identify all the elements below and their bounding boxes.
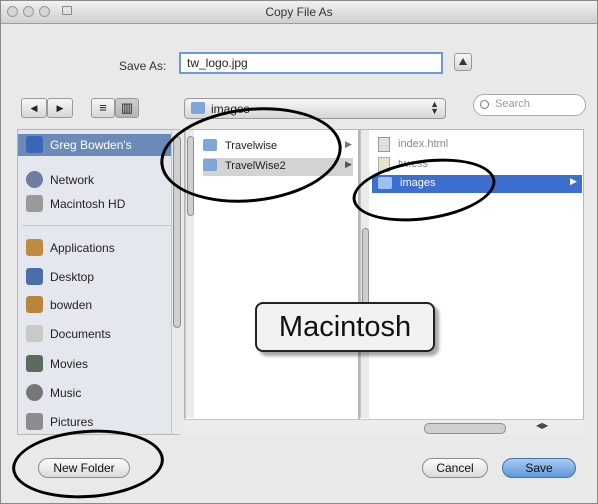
sidebar: Greg Bowden's Network Macintosh HD Appli… [17,129,180,435]
sidebar-item-computer[interactable]: Greg Bowden's [18,134,179,156]
scroll-arrows-icon[interactable]: ◀▶ [536,421,548,430]
expand-dialog-button[interactable] [454,53,472,71]
back-button[interactable]: ◀ [21,98,47,118]
save-as-label: Save As: [119,59,167,73]
sidebar-item-applications[interactable]: Applications [18,237,179,259]
list-view-button[interactable]: ≡ [91,98,115,118]
sidebar-item-music[interactable]: Music [18,382,179,404]
harddisk-icon [26,195,43,212]
column-2-item-index-html[interactable]: index.html [378,136,578,154]
cancel-button[interactable]: Cancel [422,458,488,478]
sidebar-divider [22,225,175,226]
pictures-icon [26,413,43,430]
column-view-button[interactable]: ▥ [115,98,139,118]
sidebar-item-macintosh-hd[interactable]: Macintosh HD [18,193,179,215]
home-icon [26,296,43,313]
copy-file-as-dialog: Copy File As Save As: tw_logo.jpg ◀ ▶ ≡ … [0,0,598,504]
documents-icon [26,325,43,342]
forward-button[interactable]: ▶ [47,98,73,118]
sidebar-item-network[interactable]: Network [18,169,179,191]
html-file-icon [378,137,390,152]
arrow-right-icon: ▶ [56,103,64,113]
sidebar-item-desktop[interactable]: Desktop [18,266,179,288]
movies-icon [26,355,43,372]
column-2-scrollbar[interactable] [360,130,369,418]
search-icon [480,99,489,109]
desktop-icon [26,268,43,285]
horizontal-scroll-thumb[interactable] [424,423,506,434]
list-view-icon: ≡ [99,100,107,115]
sidebar-item-movies[interactable]: Movies [18,353,179,375]
save-as-field[interactable]: tw_logo.jpg [179,52,443,74]
popup-arrows-icon: ▲ ▼ [430,99,439,116]
globe-icon [26,171,43,188]
search-field[interactable]: Search [473,94,586,116]
chevron-right-icon: ▶ [345,139,352,149]
arrow-left-icon: ◀ [30,103,38,113]
sidebar-item-bowden[interactable]: bowden [18,294,179,316]
horizontal-scrollbar[interactable]: ◀▶ [184,419,584,436]
sidebar-item-documents[interactable]: Documents [18,323,179,345]
macintosh-annotation-label: Macintosh [255,302,435,352]
search-placeholder: Search [495,98,530,110]
chevron-right-icon: ▶ [345,159,352,169]
title-bar: Copy File As [1,1,597,24]
computer-icon [26,136,43,153]
applications-icon [26,239,43,256]
triangle-up-icon [459,58,467,65]
folder-icon [191,102,205,114]
column-view-icon: ▥ [120,100,134,115]
music-icon [26,384,43,401]
save-button[interactable]: Save [502,458,576,478]
window-title: Copy File As [265,5,333,19]
chevron-right-icon: ▶ [570,176,577,186]
